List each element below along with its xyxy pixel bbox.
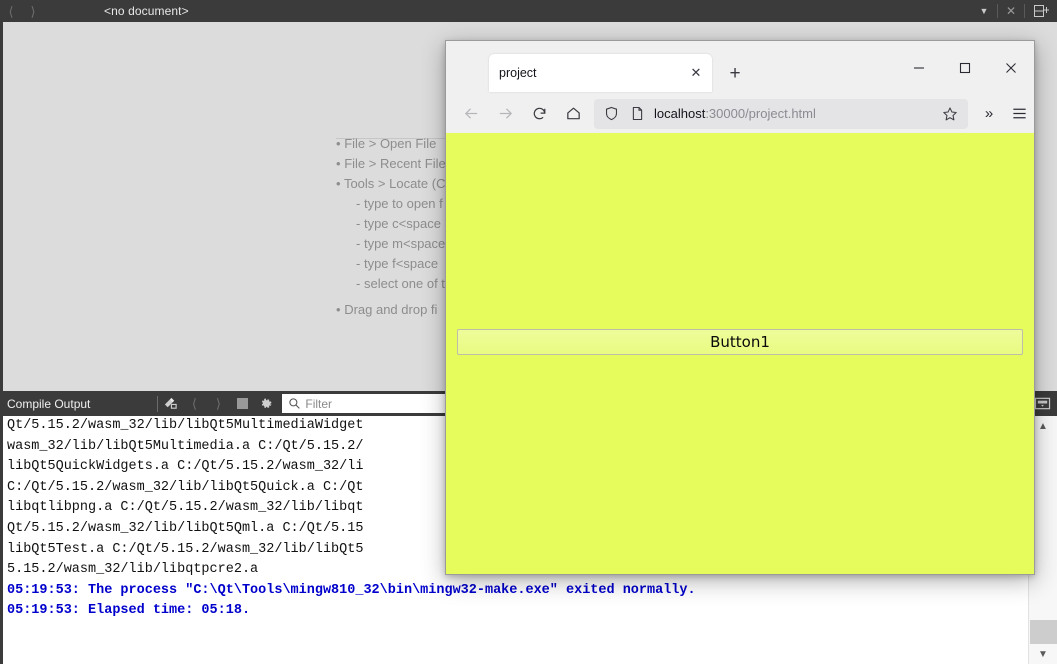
tip-text: type c<space bbox=[364, 216, 441, 231]
tip-bullet: - bbox=[356, 196, 360, 211]
minimize-icon[interactable] bbox=[896, 53, 942, 83]
tip-bullet: • bbox=[336, 136, 341, 151]
address-bar[interactable]: localhost:30000/project.html bbox=[594, 99, 968, 129]
web-page-content: Button1 bbox=[446, 133, 1034, 574]
tip-bullet: - bbox=[356, 256, 360, 271]
stop-square-icon[interactable] bbox=[230, 391, 254, 416]
clear-output-icon[interactable] bbox=[158, 391, 182, 416]
chevron-double-right-icon[interactable]: » bbox=[974, 98, 1004, 130]
scroll-down-icon[interactable]: ▼ bbox=[1029, 644, 1057, 664]
arrow-right-icon[interactable] bbox=[488, 98, 522, 130]
browser-tab[interactable]: project ✕ bbox=[489, 54, 712, 92]
plus-icon[interactable]: + bbox=[720, 58, 750, 88]
close-icon[interactable]: ✕ bbox=[683, 60, 709, 86]
split-view-icon[interactable] bbox=[1025, 0, 1057, 22]
close-icon[interactable] bbox=[988, 53, 1034, 83]
hamburger-menu-icon[interactable] bbox=[1004, 98, 1034, 130]
shield-icon[interactable] bbox=[598, 101, 624, 127]
document-toolbar-right: ▼ ✕ bbox=[971, 0, 1057, 22]
window-controls bbox=[896, 46, 1034, 90]
browser-tab-title: project bbox=[489, 66, 683, 80]
output-line-status: 05:19:53: Elapsed time: 05:18. bbox=[3, 601, 1057, 622]
maximize-icon[interactable] bbox=[942, 53, 988, 83]
firefox-window: project ✕ + bbox=[445, 40, 1035, 575]
url-text[interactable]: localhost:30000/project.html bbox=[650, 106, 936, 121]
tip-bullet: • bbox=[336, 302, 341, 317]
tip-bullet: - bbox=[356, 236, 360, 251]
home-icon[interactable] bbox=[556, 98, 590, 130]
tip-text: Drag and drop fi bbox=[344, 302, 437, 317]
close-icon[interactable]: ✕ bbox=[998, 0, 1024, 22]
tip-text: type to open f bbox=[364, 196, 443, 211]
document-toolbar: ⟨ ⟩ <no document> ▼ ✕ bbox=[0, 0, 1057, 22]
tip-text: type m<space bbox=[364, 236, 445, 251]
page-icon[interactable] bbox=[624, 101, 650, 127]
browser-navigation-toolbar: localhost:30000/project.html » bbox=[446, 94, 1034, 133]
caret-down-icon[interactable]: ▼ bbox=[971, 0, 997, 22]
button1[interactable]: Button1 bbox=[457, 329, 1023, 355]
forward-icon[interactable]: ⟩ bbox=[22, 0, 44, 22]
tip-text: type f<space bbox=[364, 256, 438, 271]
url-path: :30000/project.html bbox=[705, 106, 816, 121]
url-host: localhost bbox=[654, 106, 705, 121]
tip-text: select one of t bbox=[364, 276, 445, 291]
scrollbar-thumb[interactable] bbox=[1030, 620, 1057, 644]
star-icon[interactable] bbox=[936, 101, 964, 127]
gear-icon[interactable] bbox=[254, 391, 278, 416]
tip-bullet: - bbox=[356, 276, 360, 291]
document-title: <no document> bbox=[104, 4, 189, 18]
output-line-status: 05:19:53: The process "C:\Qt\Tools\mingw… bbox=[3, 581, 1057, 602]
browser-tab-strip: project ✕ + bbox=[446, 41, 1034, 94]
filter-placeholder: Filter bbox=[305, 397, 332, 411]
compile-output-title[interactable]: Compile Output bbox=[0, 397, 90, 411]
tip-bullet: - bbox=[356, 216, 360, 231]
tip-text: File > Open File bbox=[344, 136, 436, 151]
next-item-icon[interactable]: ⟩ bbox=[206, 391, 230, 416]
search-icon bbox=[288, 397, 301, 410]
tip-bullet: • bbox=[336, 156, 341, 171]
back-icon[interactable]: ⟨ bbox=[0, 0, 22, 22]
tip-bullet: • bbox=[336, 176, 341, 191]
previous-item-icon[interactable]: ⟨ bbox=[182, 391, 206, 416]
tip-text: File > Recent File bbox=[344, 156, 446, 171]
arrow-left-icon[interactable] bbox=[454, 98, 488, 130]
tip-text: Tools > Locate (C bbox=[344, 176, 446, 191]
reload-icon[interactable] bbox=[522, 98, 556, 130]
